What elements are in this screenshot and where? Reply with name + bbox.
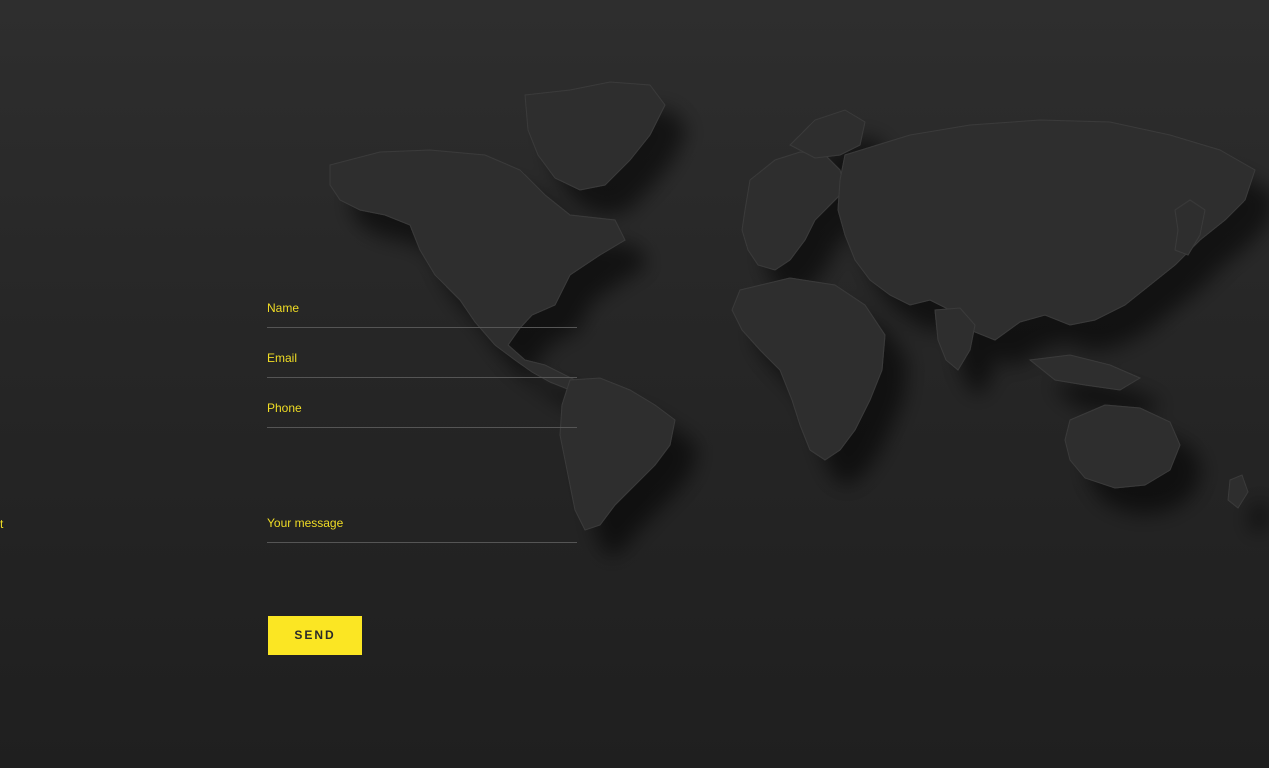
indonesia-shape <box>1028 354 1142 391</box>
scandinavia-shape <box>789 109 866 159</box>
email-field[interactable]: Email <box>267 342 577 378</box>
phone-field[interactable]: Phone <box>267 392 577 428</box>
africa-shape <box>731 277 886 461</box>
phone-field-label: Phone <box>267 401 302 415</box>
greenland-shape <box>524 81 666 191</box>
south-america-shape <box>559 377 676 531</box>
japan-shape <box>1174 199 1206 256</box>
message-field-label: Your message <box>267 516 344 530</box>
message-field[interactable]: Your message <box>267 442 577 543</box>
name-field[interactable]: Name <box>267 292 577 328</box>
send-button[interactable]: SEND <box>268 616 362 655</box>
email-field-label: Email <box>267 351 298 365</box>
europe-shape <box>741 151 846 271</box>
edge-text-fragment: t <box>0 517 4 531</box>
name-field-label: Name <box>267 301 300 315</box>
australia-shape <box>1064 404 1181 489</box>
new-zealand-shape <box>1227 474 1249 509</box>
